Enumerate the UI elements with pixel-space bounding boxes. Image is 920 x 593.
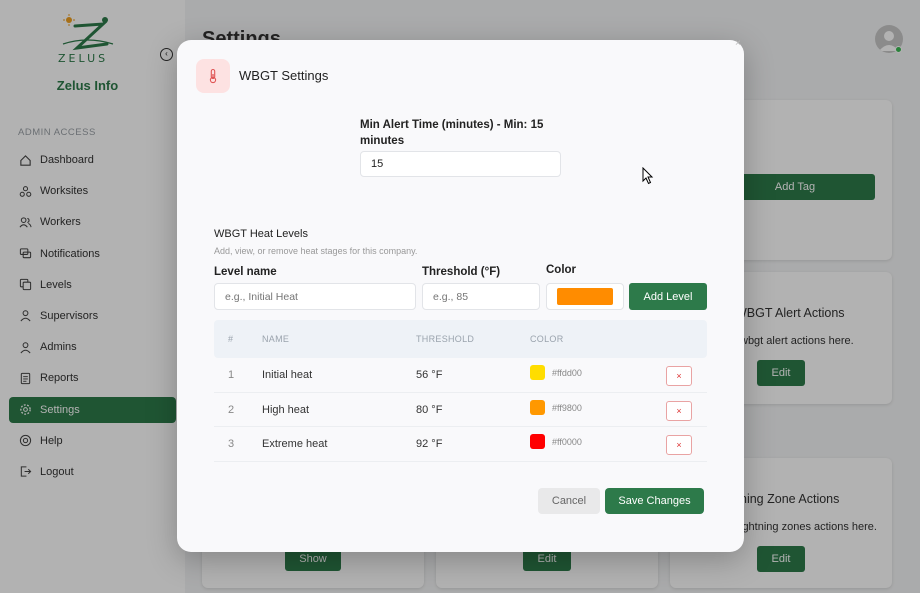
level-color-hex: #ff0000 — [552, 437, 582, 447]
row-number: 2 — [228, 403, 235, 416]
level-color-hex: #ff9800 — [552, 402, 582, 413]
row-number: 3 — [228, 438, 235, 450]
min-alert-label: Min Alert Time (minutes) - Min: 15 minut… — [360, 119, 544, 147]
save-changes-button[interactable]: Save Changes — [605, 488, 704, 514]
column-header-number: # — [228, 334, 234, 344]
level-color-swatch — [530, 399, 545, 415]
level-threshold: 56 °F — [416, 369, 443, 381]
modal-title: WBGT Settings — [239, 68, 329, 83]
level-threshold: 80 °F — [416, 403, 443, 416]
delete-level-button[interactable]: × — [666, 366, 692, 386]
level-color-hex: #ffdd00 — [552, 368, 582, 378]
table-row: 1 Initial heat 56 °F #ffdd00 × — [214, 358, 707, 393]
delete-level-button[interactable]: × — [666, 435, 692, 455]
level-name: High heat — [262, 403, 310, 416]
threshold-input[interactable] — [422, 283, 540, 310]
column-header-name: NAME — [262, 334, 290, 344]
level-threshold: 92 °F — [416, 438, 443, 450]
color-label: Color — [546, 264, 577, 276]
level-color-swatch — [530, 434, 545, 449]
level-name-input[interactable] — [214, 283, 416, 310]
heat-levels-table: # NAME THRESHOLD COLOR 1 Initial heat 56… — [214, 320, 707, 462]
level-color-swatch — [530, 365, 545, 380]
table-row: 3 Extreme heat 92 °F #ff0000 × — [214, 427, 707, 462]
color-picker[interactable] — [546, 283, 624, 310]
cancel-button[interactable]: Cancel — [538, 488, 600, 514]
column-header-threshold: THRESHOLD — [416, 334, 475, 344]
wbgt-settings-modal: WBGT Settings Min Alert Time (minutes) -… — [177, 40, 744, 552]
table-row: 2 High heat 80 °F #ff9800 × — [214, 393, 707, 427]
heat-levels-subtitle: Add, view, or remove heat stages for thi… — [214, 246, 418, 256]
modal-icon-badge — [196, 59, 230, 93]
column-header-color: COLOR — [530, 334, 564, 344]
level-name: Initial heat — [262, 369, 313, 381]
row-number: 1 — [228, 369, 235, 381]
mouse-cursor-icon — [642, 167, 654, 185]
level-name: Extreme heat — [262, 438, 328, 450]
add-level-button[interactable]: Add Level — [629, 283, 707, 310]
table-header: # NAME THRESHOLD COLOR — [214, 320, 707, 358]
level-name-label: Level name — [214, 266, 277, 278]
heat-levels-title: WBGT Heat Levels — [214, 228, 308, 240]
thermometer-icon — [209, 68, 217, 84]
delete-level-button[interactable]: × — [666, 400, 692, 421]
threshold-label: Threshold (°F) — [422, 266, 501, 278]
close-modal-button[interactable]: × — [735, 38, 741, 49]
min-alert-input[interactable] — [360, 151, 561, 177]
color-picker-swatch — [557, 288, 613, 305]
